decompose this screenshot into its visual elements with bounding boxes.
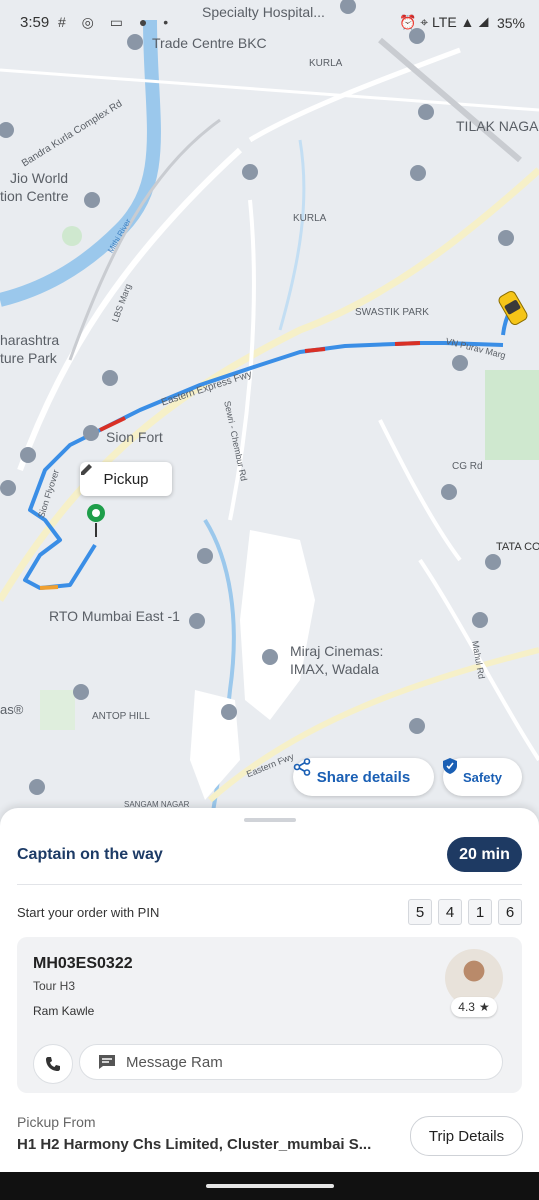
pin-digit: 4	[438, 899, 462, 925]
ride-status-title: Captain on the way	[17, 846, 163, 863]
pickup-callout[interactable]: Pickup	[80, 462, 172, 496]
map-label: ture Park	[0, 350, 57, 366]
pin-code: 5 4 1 6	[408, 899, 522, 925]
pickup-callout-label: Pickup	[103, 470, 149, 488]
driver-name: Ram Kawle	[33, 1004, 95, 1018]
divider	[17, 884, 522, 885]
share-details-label: Share details	[316, 768, 411, 786]
pin-label: Start your order with PIN	[17, 905, 160, 920]
map-label: KURLA	[293, 213, 327, 224]
vehicle-model: Tour H3	[33, 979, 76, 993]
chat-icon	[99, 1055, 115, 1069]
map-label: TILAK NAGA	[456, 118, 539, 134]
status-bar: 3:59 # ◎ ▭ ● • ⏰ ⌖ LTE ▲ ◢ 35%	[0, 0, 539, 44]
star-icon: ★	[478, 1000, 490, 1014]
battery-level: 35%	[496, 14, 525, 31]
pickup-address: H1 H2 Harmony Chs Limited, Cluster_mumba…	[17, 1136, 372, 1153]
shield-icon	[443, 758, 457, 774]
map-label: as®	[0, 702, 24, 717]
edit-icon[interactable]	[80, 462, 94, 476]
system-navigation-bar	[0, 1172, 539, 1200]
sheet-drag-handle[interactable]	[244, 818, 296, 822]
safety-label: Safety	[462, 769, 503, 785]
captain-card: MH03ES0322 Tour H3 Ram Kawle 4.3 ★ Messa…	[17, 937, 522, 1093]
ride-status-sheet[interactable]: Captain on the way 20 min Start your ord…	[0, 808, 539, 1200]
message-input[interactable]: Message Ram	[79, 1044, 503, 1080]
eta-badge: 20 min	[447, 837, 522, 872]
pin-digit: 1	[468, 899, 492, 925]
map-label[interactable]: tion Centre	[0, 188, 68, 204]
rating-value: 4.3	[458, 1000, 475, 1014]
map-label: TATA CO	[496, 541, 539, 553]
notification-icons: # ◎ ▭ ● •	[58, 14, 175, 30]
phone-icon	[46, 1057, 60, 1071]
map-label: SWASTIK PARK	[355, 307, 429, 318]
safety-button[interactable]: Safety	[443, 758, 522, 796]
vehicle-plate: MH03ES0322	[33, 955, 133, 972]
map-label[interactable]: RTO Mumbai East -1	[49, 608, 180, 624]
system-status-icons: ⏰ ⌖ LTE ▲ ◢	[398, 14, 489, 30]
pickup-from-label: Pickup From	[17, 1114, 96, 1130]
map-label: ANTOP HILL	[92, 711, 150, 722]
map-label[interactable]: Jio World	[10, 170, 68, 186]
map-label[interactable]: IMAX, Wadala	[290, 661, 379, 677]
call-button[interactable]	[33, 1044, 73, 1084]
home-gesture-handle[interactable]	[206, 1184, 334, 1188]
share-details-button[interactable]: Share details	[293, 758, 434, 796]
pin-digit: 5	[408, 899, 432, 925]
map-label: CG Rd	[452, 461, 483, 472]
driver-rating: 4.3 ★	[451, 997, 497, 1017]
map-label: harashtra	[0, 332, 60, 348]
pin-digit: 6	[498, 899, 522, 925]
trip-details-button[interactable]: Trip Details	[410, 1116, 523, 1156]
system-icons: ⏰ ⌖ LTE ▲ ◢ 35%	[399, 14, 525, 31]
map-view[interactable]: Specialty Hospital... Trade Centre BKC K…	[0, 0, 539, 830]
share-icon	[293, 758, 311, 776]
map-label[interactable]: Miraj Cinemas:	[290, 643, 383, 659]
status-time: 3:59	[20, 14, 50, 31]
message-placeholder: Message Ram	[126, 1053, 223, 1071]
map-label: KURLA	[309, 58, 343, 69]
map-label[interactable]: Sion Fort	[106, 429, 163, 445]
